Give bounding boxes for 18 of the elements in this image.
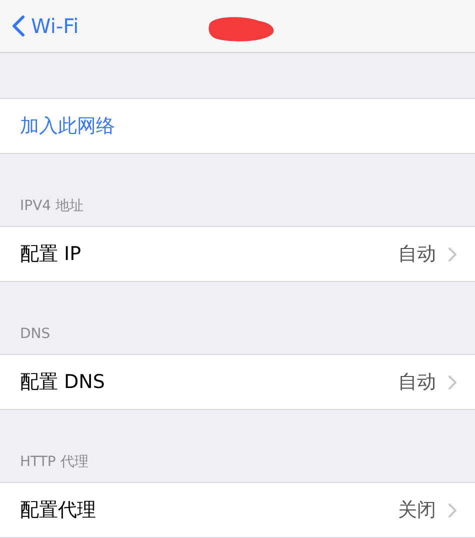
- settings-row[interactable]: 配置 DNS 自动: [0, 354, 475, 410]
- row-value: 自动: [398, 242, 436, 267]
- section-header: DNS: [20, 325, 50, 344]
- settings-row[interactable]: 配置代理 关闭: [0, 482, 475, 538]
- row-label: 配置 IP: [20, 242, 82, 267]
- settings-row[interactable]: 配置 IP 自动: [0, 226, 475, 282]
- back-button[interactable]: Wi-Fi: [12, 11, 79, 41]
- row-label: 配置 DNS: [20, 370, 105, 395]
- join-network-row[interactable]: 加入此网络: [0, 98, 475, 154]
- chevron-right-icon: [448, 246, 457, 262]
- row-value: 自动: [398, 370, 436, 395]
- chevron-right-icon: [448, 502, 457, 518]
- chevron-right-icon: [448, 374, 457, 390]
- row-label: 配置代理: [20, 498, 96, 523]
- back-chevron-icon: [12, 15, 25, 37]
- section-header: HTTP 代理: [20, 453, 88, 472]
- row-value: 关闭: [398, 498, 436, 523]
- section-header: IPV4 地址: [20, 197, 84, 216]
